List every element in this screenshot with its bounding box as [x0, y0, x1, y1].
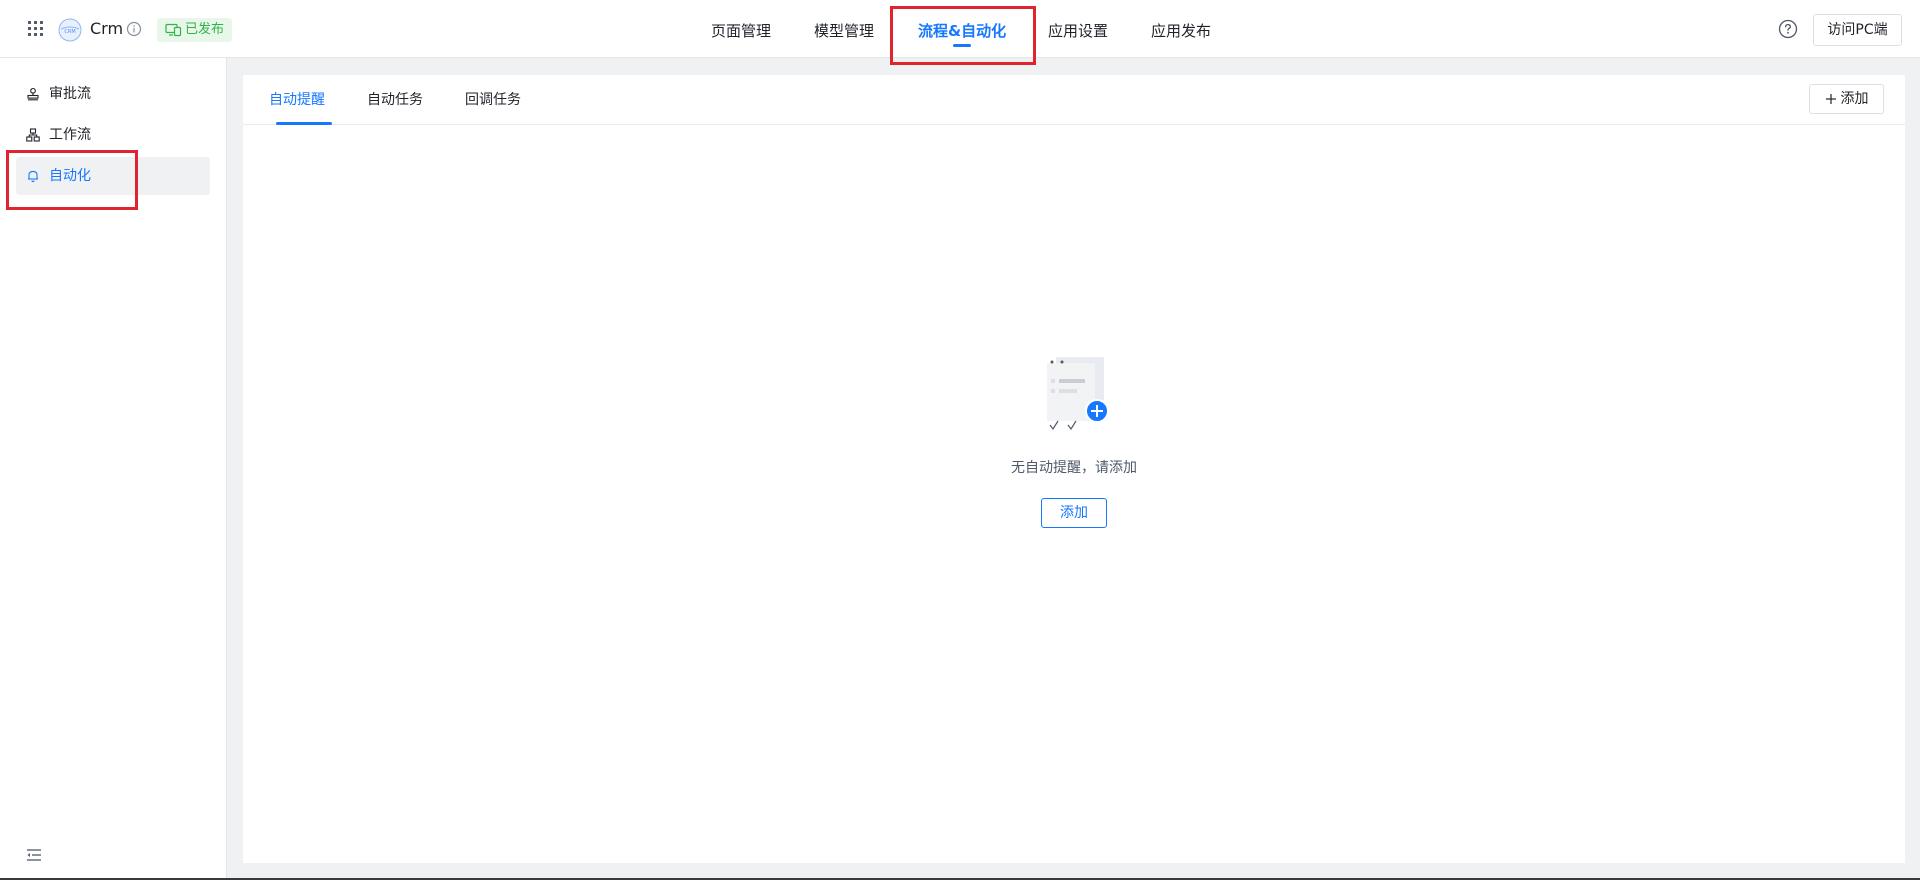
main-panel: 自动提醒 自动任务 回调任务 添加 无自动提醒，请添加 添加: [243, 75, 1905, 863]
nav-label: 应用发布: [1151, 22, 1212, 40]
nav-flow-automation[interactable]: 流程&自动化: [918, 0, 1006, 58]
sidebar-item-workflow[interactable]: 工作流: [16, 116, 210, 154]
nav-label: 模型管理: [814, 22, 875, 40]
app-name: Crm: [90, 19, 124, 38]
tab-bar: 自动提醒 自动任务 回调任务 添加: [243, 75, 1905, 125]
nav-app-settings[interactable]: 应用设置: [1048, 0, 1108, 58]
add-button-label: 添加: [1840, 91, 1869, 107]
sidebar-item-label: 自动化: [49, 168, 91, 184]
sidebar-item-automation[interactable]: 自动化: [16, 157, 210, 195]
empty-state-text: 无自动提醒，请添加: [1011, 460, 1137, 476]
app-grid-icon[interactable]: [27, 20, 44, 37]
tab-auto-reminder[interactable]: 自动提醒: [269, 75, 332, 125]
help-icon[interactable]: [1778, 19, 1798, 39]
tab-label: 回调任务: [465, 92, 521, 108]
active-tab-indicator: [276, 122, 332, 125]
nav-label: 流程&自动化: [918, 22, 1007, 40]
info-icon[interactable]: [126, 21, 142, 37]
stamp-icon: [27, 87, 39, 101]
tab-auto-task[interactable]: 自动任务: [367, 75, 423, 125]
active-nav-indicator: [953, 44, 972, 47]
nav-label: 应用设置: [1048, 22, 1109, 40]
svg-text:CRM: CRM: [64, 29, 75, 35]
app-logo: CRM: [58, 18, 82, 42]
nav-model-management[interactable]: 模型管理: [814, 0, 874, 58]
plus-icon: [1825, 94, 1836, 104]
nav-label: 页面管理: [711, 22, 772, 40]
sidebar-item-label: 工作流: [49, 127, 91, 143]
visit-pc-button[interactable]: 访问PC端: [1813, 14, 1902, 46]
empty-document-icon: [1047, 357, 1109, 431]
sidebar-item-approval-flow[interactable]: 审批流: [16, 75, 210, 113]
tab-label: 自动提醒: [269, 92, 325, 108]
empty-state-add-button[interactable]: 添加: [1041, 498, 1107, 528]
top-bar: CRM Crm 已发布 页面管理 模型管理 流程&自动化 应用设置 应用发布 访…: [0, 0, 1920, 58]
tab-callback-task[interactable]: 回调任务: [465, 75, 521, 125]
sidebar-item-label: 审批流: [49, 86, 91, 102]
collapse-sidebar-icon[interactable]: [26, 848, 42, 862]
bell-icon: [28, 170, 38, 183]
status-badge-label: 已发布: [185, 22, 225, 37]
sidebar: 审批流 工作流 自动化: [0, 58, 227, 880]
status-badge: 已发布: [157, 18, 233, 42]
nav-app-publish[interactable]: 应用发布: [1151, 0, 1211, 58]
nav-page-management[interactable]: 页面管理: [711, 0, 771, 58]
devices-icon: [165, 23, 182, 37]
top-nav: 页面管理 模型管理 流程&自动化 应用设置 应用发布: [0, 0, 1920, 58]
workflow-icon: [26, 128, 40, 142]
add-button[interactable]: 添加: [1809, 84, 1884, 114]
tab-label: 自动任务: [367, 92, 423, 108]
